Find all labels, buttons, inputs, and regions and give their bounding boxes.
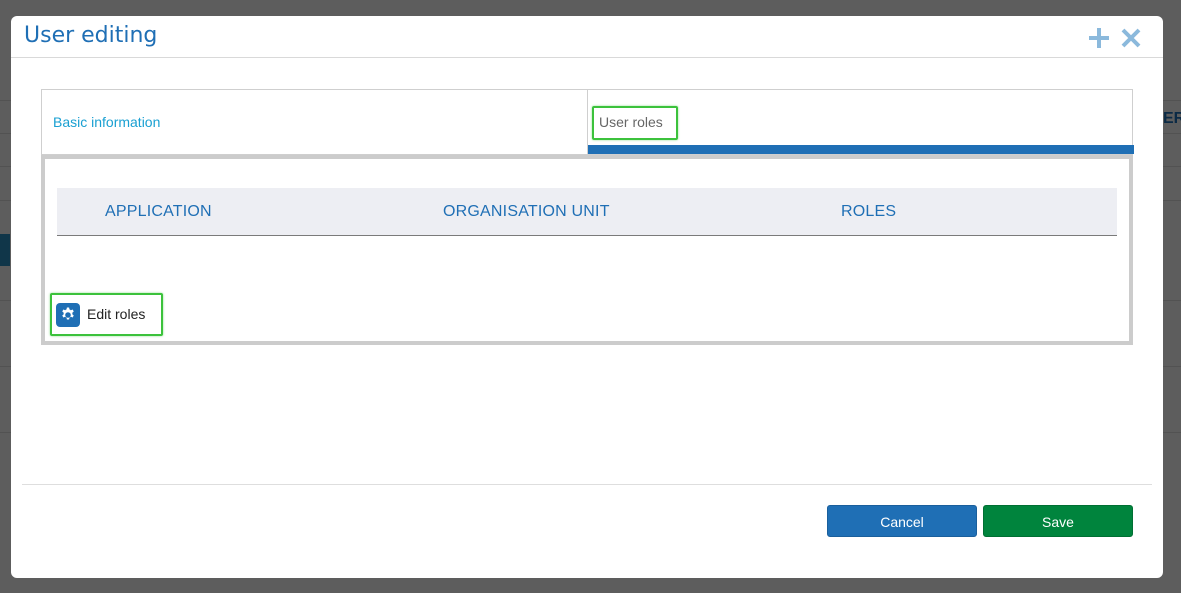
user-editing-dialog: User editing Basic information User role… — [11, 16, 1163, 578]
edit-roles-label: Edit roles — [87, 306, 146, 322]
dialog-title: User editing — [24, 23, 158, 48]
footer-divider — [22, 484, 1152, 485]
active-tab-indicator — [588, 145, 1134, 154]
save-button[interactable]: Save — [983, 505, 1133, 537]
tab-user-roles[interactable]: User roles — [587, 89, 1134, 155]
user-roles-panel: APPLICATION ORGANISATION UNIT ROLES Edit… — [41, 155, 1133, 345]
tab-label: User roles — [599, 114, 663, 130]
tab-label: Basic information — [53, 114, 161, 130]
column-header-organisation-unit[interactable]: ORGANISATION UNIT — [443, 203, 610, 221]
plus-icon[interactable] — [1087, 26, 1111, 50]
tab-basic-information[interactable]: Basic information — [41, 89, 588, 155]
close-icon[interactable] — [1119, 26, 1143, 50]
roles-table-header: APPLICATION ORGANISATION UNIT ROLES — [57, 188, 1117, 236]
tab-bar: Basic information User roles — [41, 89, 1134, 155]
edit-roles-button[interactable]: Edit roles — [50, 293, 163, 336]
dialog-header: User editing — [11, 16, 1163, 58]
cancel-button[interactable]: Cancel — [827, 505, 977, 537]
gear-icon — [56, 303, 80, 327]
column-header-roles[interactable]: ROLES — [841, 203, 896, 221]
column-header-application[interactable]: APPLICATION — [105, 203, 212, 221]
